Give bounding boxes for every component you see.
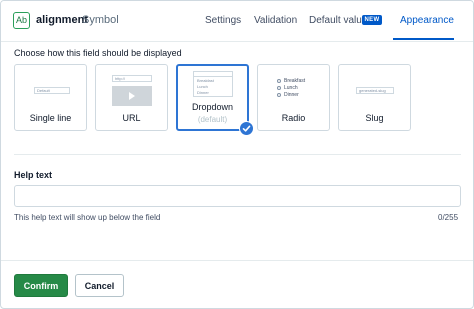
character-count: 0/255	[438, 213, 459, 222]
tab-validation[interactable]: Validation	[254, 15, 297, 26]
radio-preview-label: Lunch	[284, 85, 298, 91]
dropdown-preview-select	[194, 72, 232, 77]
radio-preview-label: Breakfast	[284, 78, 306, 84]
tab-appearance[interactable]: Appearance	[400, 15, 454, 26]
option-label: Radio	[281, 113, 306, 123]
dialog-header: Ab alignment Symbol Settings Validation …	[1, 1, 473, 42]
option-label: Slug	[365, 113, 384, 123]
new-badge: NEW	[362, 15, 382, 25]
appearance-option-url[interactable]: http:// URL	[95, 64, 168, 131]
radio-circle-icon	[277, 79, 281, 83]
radio-preview-label: Dinner	[284, 92, 299, 98]
url-preview-media	[112, 86, 152, 106]
appearance-option-radio[interactable]: Breakfast Lunch Dinner Radio	[257, 64, 330, 131]
tab-default-value[interactable]: Default value	[309, 15, 367, 26]
dropdown-preview-item: Breakfast	[197, 78, 214, 83]
help-text-input[interactable]	[14, 185, 461, 207]
url-preview-input: http://	[112, 75, 152, 82]
footer-divider	[1, 260, 473, 261]
field-name: alignment	[36, 14, 88, 26]
appearance-option-slug[interactable]: generated-slug Slug	[338, 64, 411, 131]
help-text-label: Help text	[14, 170, 53, 180]
single-line-preview: Default	[34, 87, 70, 94]
radio-circle-icon	[277, 93, 281, 97]
field-type-badge: Ab	[13, 12, 30, 29]
active-tab-indicator	[393, 38, 454, 40]
cancel-button[interactable]: Cancel	[75, 274, 124, 297]
play-icon	[129, 92, 135, 100]
appearance-option-single-line[interactable]: Default Single line	[14, 64, 87, 131]
appearance-option-dropdown[interactable]: Breakfast Lunch Dinner Dropdown (default…	[176, 64, 254, 136]
section-divider	[14, 154, 461, 155]
dropdown-preview: Breakfast Lunch Dinner	[193, 71, 233, 97]
option-label: Dropdown	[191, 102, 234, 112]
tab-settings[interactable]: Settings	[205, 15, 241, 26]
radio-circle-icon	[277, 86, 281, 90]
option-label: URL	[122, 113, 141, 123]
option-label: Single line	[29, 113, 72, 123]
slug-preview: generated-slug	[356, 87, 394, 94]
dropdown-preview-item: Lunch	[197, 84, 208, 89]
confirm-button[interactable]: Confirm	[14, 274, 68, 297]
option-default-label: (default)	[197, 115, 228, 124]
checkmark-icon	[239, 121, 254, 136]
help-text-note: This help text will show up below the fi…	[14, 213, 161, 222]
dropdown-preview-item: Dinner	[197, 90, 209, 95]
field-type: Symbol	[82, 14, 119, 26]
appearance-instruction: Choose how this field should be displaye…	[14, 48, 182, 58]
field-editor-dialog: Ab alignment Symbol Settings Validation …	[0, 0, 474, 309]
